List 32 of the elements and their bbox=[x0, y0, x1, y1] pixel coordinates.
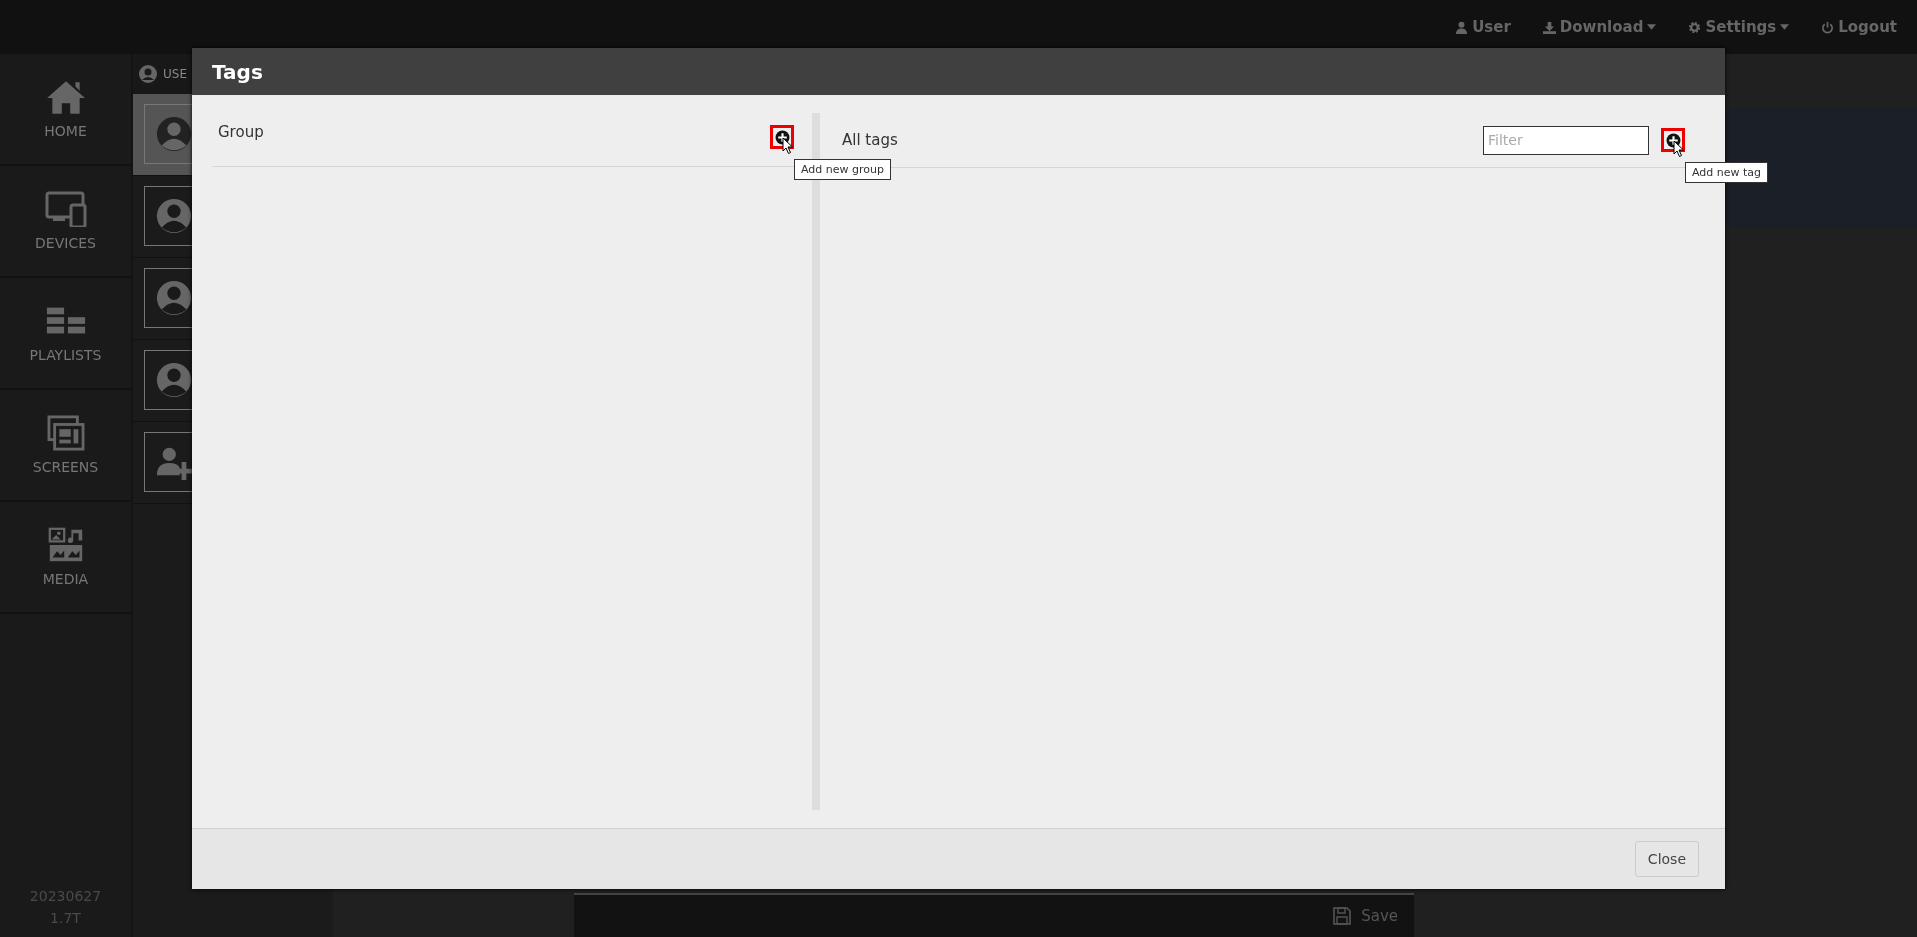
column-header: USE bbox=[163, 67, 187, 81]
panel-title: All tags bbox=[841, 131, 899, 149]
save-button[interactable]: Save bbox=[1327, 906, 1404, 926]
settings-icon bbox=[1688, 20, 1702, 34]
avatar-icon bbox=[155, 361, 193, 399]
sidebar-item[interactable]: SCREENS bbox=[0, 390, 131, 502]
power-icon bbox=[1821, 20, 1835, 34]
cursor-icon bbox=[782, 137, 794, 155]
tooltip: Add new tag bbox=[1685, 162, 1769, 183]
dialog-title: Tags bbox=[212, 59, 263, 84]
top-menu-link[interactable]: Logout bbox=[1821, 18, 1897, 36]
panel-title: Group bbox=[218, 123, 265, 141]
sidebar-item[interactable]: MEDIA bbox=[0, 502, 131, 614]
cursor-icon bbox=[1673, 140, 1685, 158]
download-icon bbox=[1542, 20, 1556, 34]
caret-icon bbox=[1647, 24, 1657, 30]
tooltip: Add new group bbox=[794, 159, 891, 180]
top-menu-link[interactable]: Settings bbox=[1688, 18, 1790, 36]
sidebar-item[interactable]: HOME bbox=[0, 54, 131, 166]
avatar-icon bbox=[155, 197, 193, 235]
top-menu-link[interactable]: User bbox=[1455, 18, 1511, 36]
filter-field[interactable]: Filter bbox=[1483, 125, 1649, 155]
sidebar-item[interactable]: DEVICES bbox=[0, 166, 131, 278]
devices-icon bbox=[44, 191, 87, 227]
avatar-icon bbox=[155, 279, 193, 317]
close-button[interactable]: Close bbox=[1634, 841, 1699, 877]
caret-icon bbox=[1780, 24, 1790, 30]
sidebar-item[interactable]: PLAYLISTS bbox=[0, 278, 131, 390]
user-icon bbox=[1455, 20, 1469, 34]
top-menu-link[interactable]: Download bbox=[1542, 18, 1657, 36]
avatar-icon bbox=[155, 115, 193, 153]
user-icon bbox=[138, 64, 158, 84]
